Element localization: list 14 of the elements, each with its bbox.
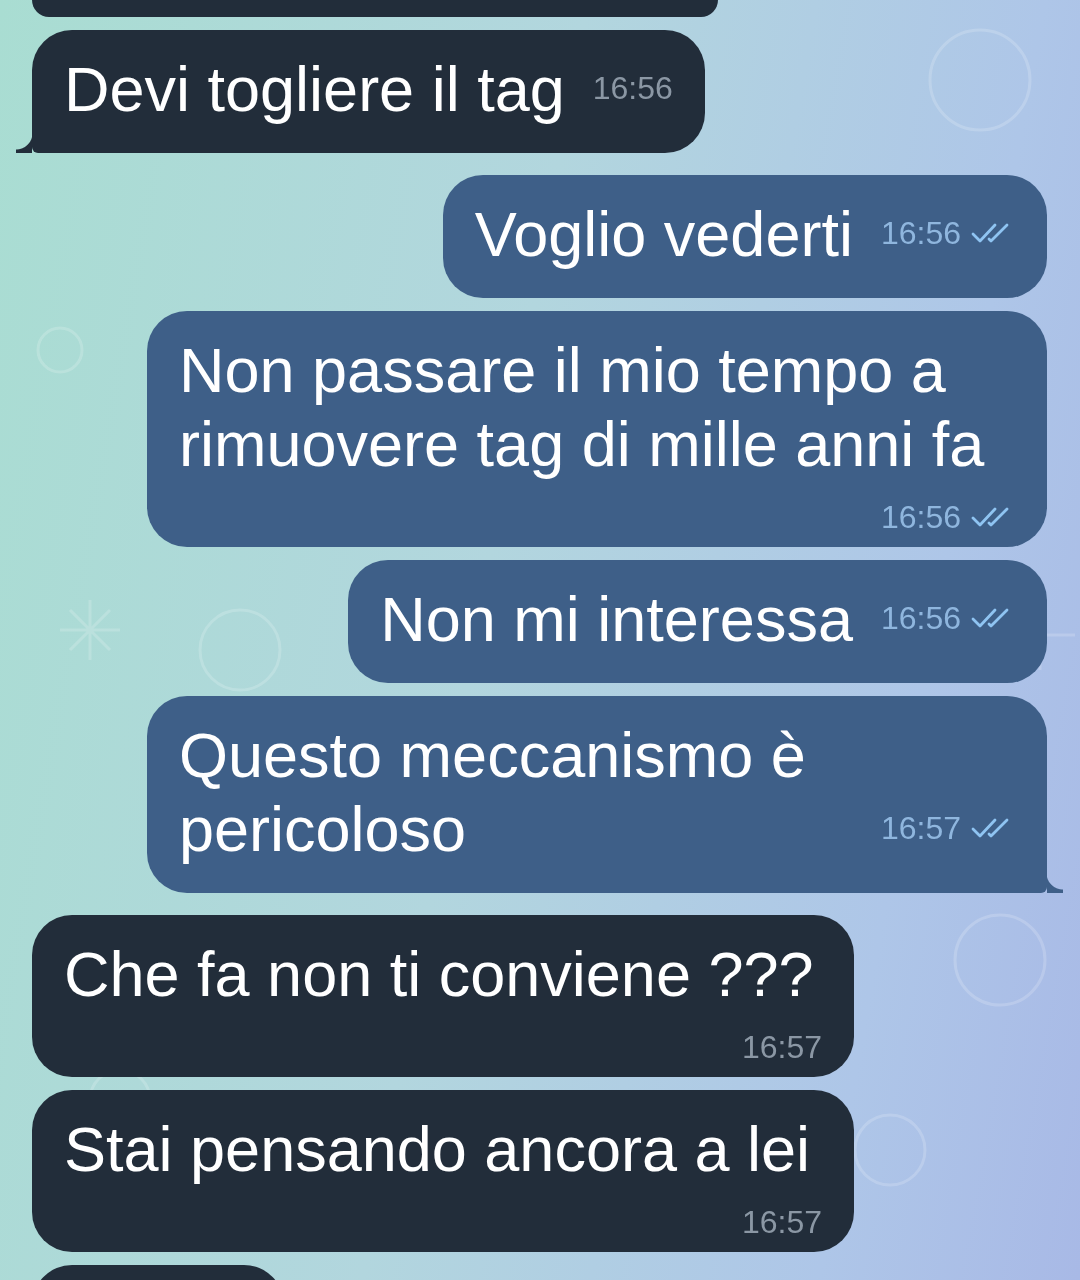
message-time: 16:56 [880,599,961,637]
message-text: Voglio vederti [474,199,853,269]
message-time: 16:56 [880,214,961,252]
message-text: Non mi interessa [380,584,853,654]
message-text: Devi togliere il tag [64,54,565,124]
message-time: 16:57 [880,809,961,847]
message-text: Non passare il mio tempo a rimuovere tag di mille anni fa [179,335,985,479]
message-time: 16:56 [592,69,673,107]
message-time: 16:57 [741,1028,822,1066]
message-text: Che fa non ti conviene ??? [64,939,814,1009]
message-time: 16:56 [880,498,961,536]
message-text: Questo meccanismo è pericoloso [179,720,806,864]
message-text: Stai pensando ancora a lei [64,1114,811,1184]
message-time: 16:57 [741,1203,822,1241]
